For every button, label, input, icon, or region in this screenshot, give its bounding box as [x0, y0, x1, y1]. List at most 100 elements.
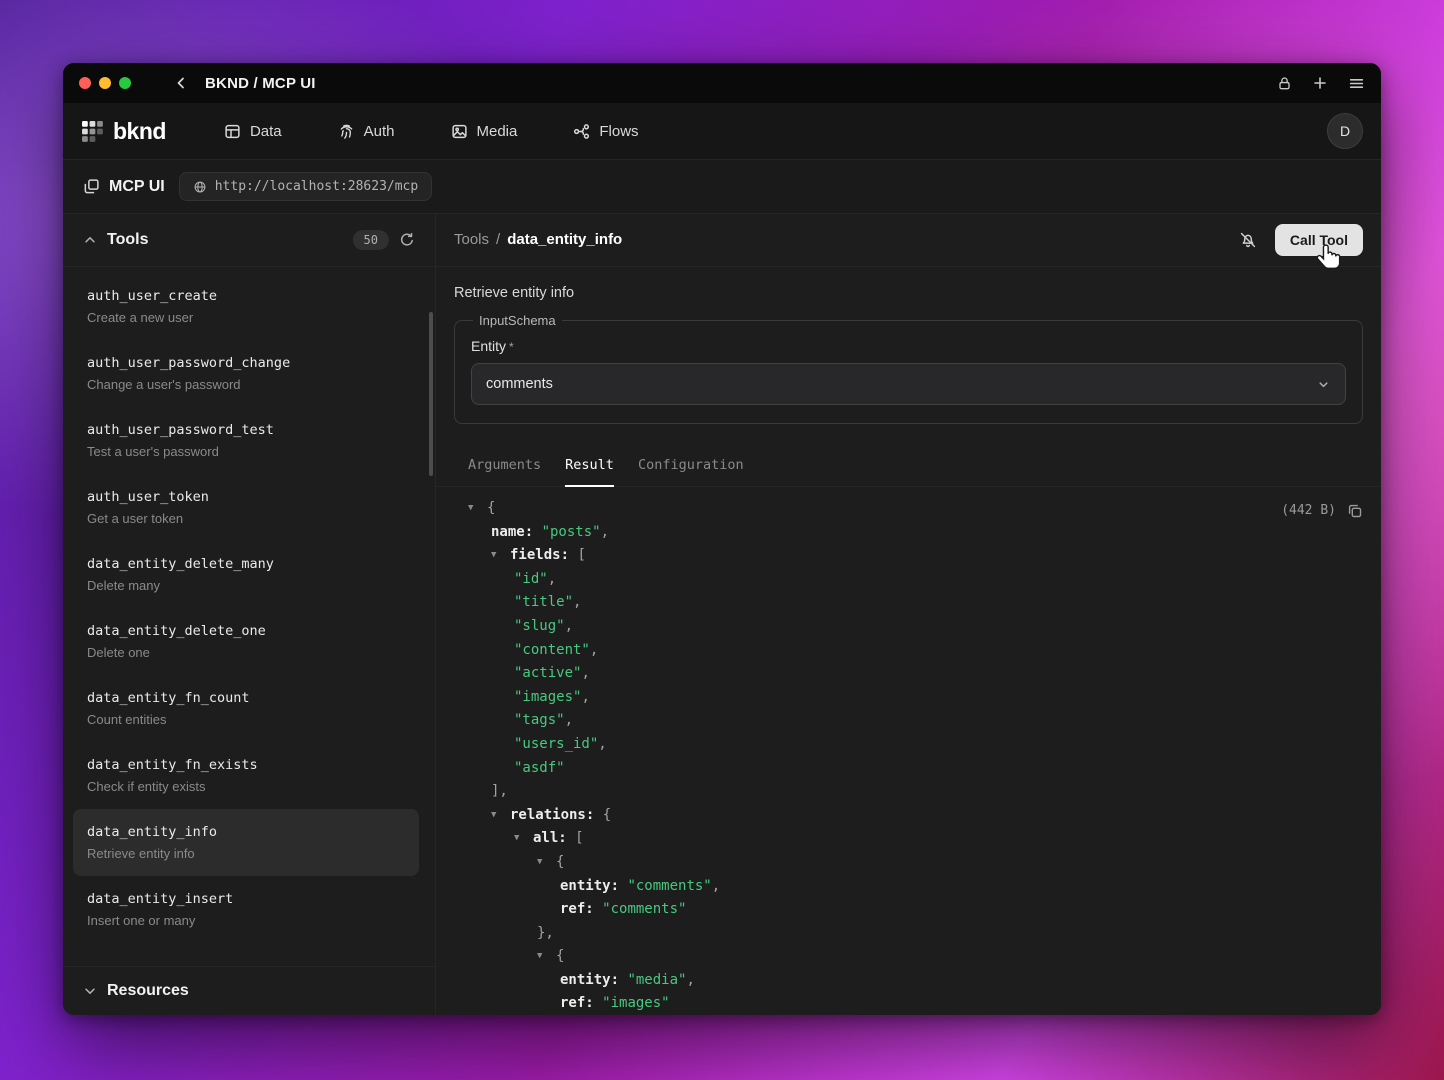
collapse-arrow-icon[interactable]: ▼ — [491, 544, 510, 568]
json-line: ▼relations: { — [436, 804, 1381, 828]
json-comma: , — [686, 972, 694, 988]
chevron-left-icon — [173, 75, 189, 91]
tab-arguments[interactable]: Arguments — [468, 448, 541, 486]
chevron-down-icon — [83, 984, 97, 998]
call-tool-button[interactable]: Call Tool — [1275, 224, 1363, 256]
tool-description: Count entities — [87, 711, 405, 728]
json-string-value: "users_id" — [514, 736, 598, 752]
bell-off-icon — [1239, 231, 1257, 249]
json-line: "title", — [436, 591, 1381, 615]
tool-item-auth_user_create[interactable]: auth_user_createCreate a new user — [73, 273, 419, 340]
collapse-arrow-icon[interactable]: ▼ — [491, 804, 510, 828]
copy-result-button[interactable] — [1347, 503, 1363, 519]
tab-result[interactable]: Result — [565, 448, 614, 486]
main-navbar: bknd Data Auth Media Flows D — [63, 103, 1381, 160]
nav-items: Data Auth Media Flows — [224, 123, 639, 140]
tab-configuration[interactable]: Configuration — [638, 448, 744, 486]
nav-item-data[interactable]: Data — [224, 123, 282, 140]
json-comma: , — [548, 571, 556, 587]
json-line: ▼{ — [436, 497, 1381, 521]
json-string-value: "content" — [514, 642, 590, 658]
tools-section-header[interactable]: Tools 50 — [63, 214, 435, 267]
result-size-label: (442 B) — [1281, 499, 1336, 523]
lock-button[interactable] — [1277, 76, 1292, 91]
json-key: relations: — [510, 807, 603, 823]
tool-description: Get a user token — [87, 510, 405, 527]
json-line: name: "posts", — [436, 521, 1381, 545]
tool-detail-body: Retrieve entity info InputSchema Entity*… — [436, 267, 1381, 1015]
copy-icon — [1347, 503, 1363, 519]
json-line: entity: "media", — [436, 969, 1381, 993]
mcp-url-pill[interactable]: http://localhost:28623/mcp — [179, 172, 433, 201]
json-key: all: — [533, 830, 575, 846]
tool-name: data_entity_delete_many — [87, 555, 405, 574]
resources-section-header[interactable]: Resources — [63, 966, 435, 1015]
notifications-off-button[interactable] — [1239, 231, 1257, 249]
brand[interactable]: bknd — [81, 118, 166, 145]
tool-item-data_entity_info[interactable]: data_entity_infoRetrieve entity info — [73, 809, 419, 876]
stack-icon — [83, 178, 100, 195]
tool-description: Create a new user — [87, 309, 405, 326]
tool-name: data_entity_delete_one — [87, 622, 405, 641]
minimize-window-button[interactable] — [99, 77, 111, 89]
sidebar-scrollbar[interactable] — [429, 312, 433, 476]
zoom-window-button[interactable] — [119, 77, 131, 89]
workflow-icon — [573, 123, 590, 140]
collapse-arrow-icon[interactable]: ▼ — [514, 827, 533, 851]
json-tree: ▼{name: "posts",▼fields: ["id","title","… — [436, 497, 1381, 1015]
json-punctuation: ], — [491, 783, 508, 799]
tool-description: Delete one — [87, 644, 405, 661]
menu-button[interactable] — [1348, 75, 1365, 92]
image-icon — [451, 123, 468, 140]
json-comma: , — [590, 642, 598, 658]
json-string-value: "active" — [514, 665, 581, 681]
page-title-text: MCP UI — [109, 178, 165, 196]
new-tab-button[interactable] — [1312, 75, 1328, 91]
tool-item-auth_user_password_test[interactable]: auth_user_password_testTest a user's pas… — [73, 407, 419, 474]
json-string-value: "title" — [514, 594, 573, 610]
result-tabs: Arguments Result Configuration — [436, 448, 1381, 487]
nav-item-flows[interactable]: Flows — [573, 123, 638, 140]
tool-name: auth_user_password_test — [87, 421, 405, 440]
nav-item-label: Auth — [364, 123, 395, 140]
nav-item-media[interactable]: Media — [451, 123, 518, 140]
table-icon — [224, 123, 241, 140]
tool-detail-header: Tools/data_entity_info Call Tool — [436, 214, 1381, 267]
json-string-value: "comments" — [627, 878, 711, 894]
tool-item-data_entity_fn_exists[interactable]: data_entity_fn_existsCheck if entity exi… — [73, 742, 419, 809]
back-button[interactable] — [173, 75, 189, 91]
tool-item-auth_user_token[interactable]: auth_user_tokenGet a user token — [73, 474, 419, 541]
tool-description: Delete many — [87, 577, 405, 594]
json-line: ], — [436, 780, 1381, 804]
tools-header-label: Tools — [107, 231, 148, 249]
json-punctuation: { — [556, 854, 564, 870]
mcp-url: http://localhost:28623/mcp — [215, 179, 419, 194]
app-window: BKND / MCP UI bknd Data — [63, 63, 1381, 1015]
entity-select[interactable]: comments — [471, 363, 1346, 405]
tool-name: data_entity_insert — [87, 890, 405, 909]
json-line: ref: "images" — [436, 992, 1381, 1015]
tool-item-data_entity_delete_one[interactable]: data_entity_delete_one Delete one — [73, 608, 419, 675]
collapse-arrow-icon[interactable]: ▼ — [468, 497, 487, 521]
tool-item-data_entity_delete_many[interactable]: data_entity_delete_many Delete many — [73, 541, 419, 608]
nav-item-auth[interactable]: Auth — [338, 123, 395, 140]
json-comma: , — [712, 878, 720, 894]
json-punctuation: { — [603, 807, 611, 823]
close-window-button[interactable] — [79, 77, 91, 89]
collapse-arrow-icon[interactable]: ▼ — [537, 945, 556, 969]
tool-item-data_entity_insert[interactable]: data_entity_insertInsert one or many — [73, 876, 419, 943]
json-line: ▼{ — [436, 851, 1381, 875]
refresh-tools-button[interactable] — [399, 232, 415, 248]
breadcrumb-section[interactable]: Tools — [454, 231, 489, 248]
tool-item-data_entity_fn_count[interactable]: data_entity_fn_countCount entities — [73, 675, 419, 742]
avatar[interactable]: D — [1327, 113, 1363, 149]
fingerprint-icon — [338, 123, 355, 140]
avatar-initial: D — [1340, 123, 1350, 139]
json-key: fields: — [510, 547, 577, 563]
tool-item-auth_user_password_change[interactable]: auth_user_password_changeChange a user's… — [73, 340, 419, 407]
plus-icon — [1312, 75, 1328, 91]
collapse-arrow-icon[interactable]: ▼ — [537, 851, 556, 875]
json-line: "tags", — [436, 709, 1381, 733]
tool-name: auth_user_password_change — [87, 354, 405, 373]
json-key: name: — [491, 524, 542, 540]
